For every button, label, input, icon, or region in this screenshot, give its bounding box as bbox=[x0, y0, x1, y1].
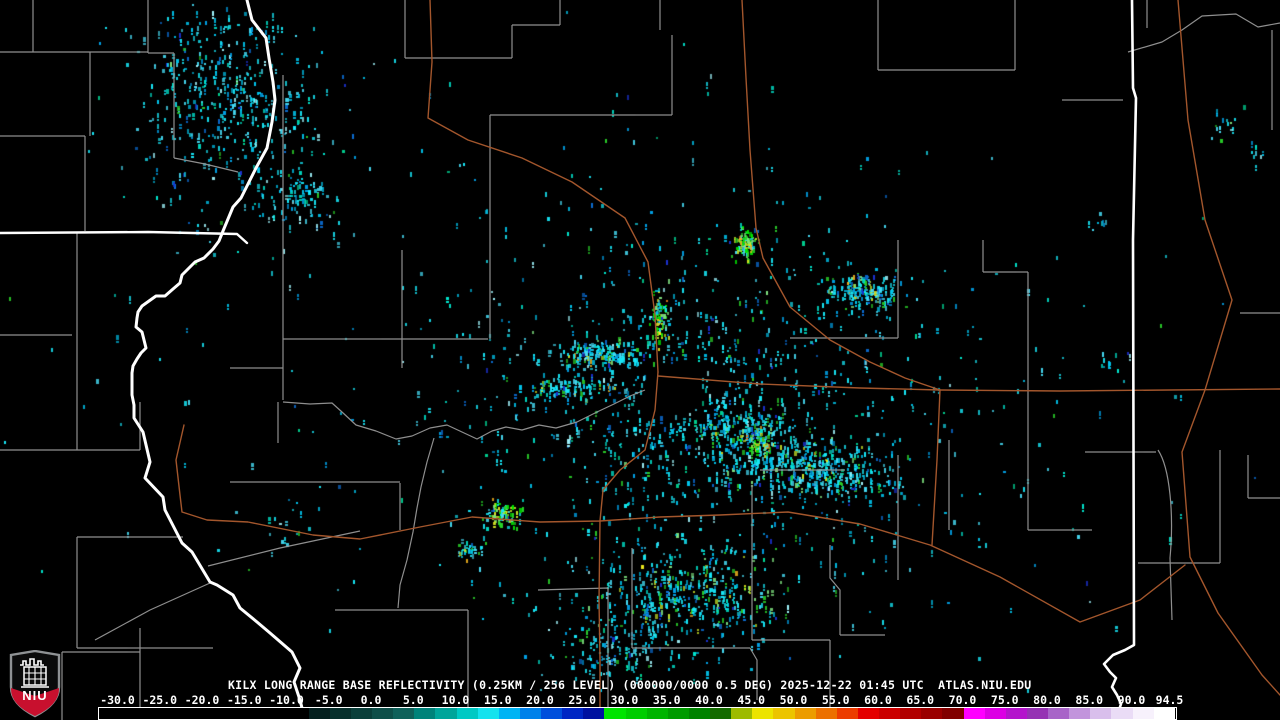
colorbar-segment bbox=[498, 708, 521, 719]
colorbar-tick: 70.0 bbox=[948, 693, 977, 707]
colorbar-tick: -15.0 bbox=[226, 693, 262, 707]
colorbar-tick-labels: -30.0 -25.0 -20.0 -15.0 -10.0 -5.0 0.0 5.0 10.0 1… bbox=[0, 693, 1280, 707]
colorbar-tick: -10.0 bbox=[269, 693, 304, 707]
colorbar-segment bbox=[688, 708, 711, 719]
colorbar-tick: 20.0 bbox=[526, 693, 554, 707]
radar-display: KILX LONG RANGE BASE REFLECTIVITY (0.25K… bbox=[0, 0, 1280, 720]
colorbar-tick: 35.0 bbox=[652, 693, 681, 707]
colorbar-segment bbox=[519, 708, 542, 719]
colorbar-segment bbox=[583, 708, 605, 719]
colorbar-tick: 15.0 bbox=[483, 693, 512, 707]
colorbar-tick: 94.5 bbox=[1155, 693, 1184, 707]
colorbar-segment bbox=[435, 708, 457, 719]
colorbar-segment bbox=[710, 708, 732, 719]
colorbar-segment bbox=[329, 708, 352, 719]
colorbar-segment bbox=[541, 708, 563, 719]
colorbar-segment bbox=[1026, 708, 1049, 719]
colorbar-tick: 55.0 bbox=[821, 693, 850, 707]
colorbar-tick: 60.0 bbox=[864, 693, 892, 707]
colorbar-segment bbox=[731, 708, 753, 719]
base-map bbox=[0, 0, 1280, 720]
colorbar-segment bbox=[604, 708, 626, 719]
colorbar-segment bbox=[477, 708, 500, 719]
colorbar-tick: 45.0 bbox=[737, 693, 766, 707]
colorbar-segment bbox=[1153, 708, 1176, 719]
colorbar-segment bbox=[963, 708, 986, 719]
colorbar-segment bbox=[1069, 708, 1091, 719]
colorbar-segment bbox=[350, 708, 373, 719]
highway-lines bbox=[175, 0, 1280, 720]
colorbar-segment bbox=[372, 708, 394, 719]
colorbar-segment bbox=[815, 708, 838, 719]
colorbar-segment bbox=[984, 708, 1007, 719]
colorbar-segment bbox=[752, 708, 774, 719]
colorbar-tick: -20.0 bbox=[184, 693, 220, 707]
colorbar-segment bbox=[773, 708, 795, 719]
colorbar-tick: 0.0 bbox=[360, 693, 382, 707]
colorbar-tick: 50.0 bbox=[779, 693, 808, 707]
colorbar-segment bbox=[1132, 708, 1155, 719]
colorbar-segment bbox=[308, 708, 331, 719]
colorbar-segment bbox=[667, 708, 690, 719]
colorbar-segment bbox=[1111, 708, 1133, 719]
iowa-missouri-border bbox=[0, 230, 249, 245]
reflectivity-colorbar bbox=[98, 707, 1177, 720]
colorbar-segment bbox=[1090, 708, 1112, 719]
colorbar-segment bbox=[393, 708, 415, 719]
colorbar-segment bbox=[879, 708, 901, 719]
colorbar-tick: 80.0 bbox=[1033, 693, 1061, 707]
niu-logo-text: NIU bbox=[22, 688, 48, 703]
colorbar-tick: 5.0 bbox=[402, 693, 424, 707]
colorbar-tick: 65.0 bbox=[906, 693, 935, 707]
colorbar-tick: -25.0 bbox=[142, 693, 178, 707]
colorbar-segment bbox=[646, 708, 669, 719]
colorbar-tick: 85.0 bbox=[1075, 693, 1104, 707]
colorbar-segment bbox=[794, 708, 817, 719]
colorbar-tick: 40.0 bbox=[695, 693, 723, 707]
colorbar-segment bbox=[562, 708, 584, 719]
colorbar-tick: 90.0 bbox=[1117, 693, 1146, 707]
colorbar-segment bbox=[857, 708, 880, 719]
colorbar-segment bbox=[836, 708, 859, 719]
colorbar-segment bbox=[456, 708, 479, 719]
colorbar-segment bbox=[414, 708, 436, 719]
county-boundaries bbox=[0, 0, 1280, 720]
colorbar-tick: 30.0 bbox=[610, 693, 639, 707]
colorbar-tick: 75.0 bbox=[990, 693, 1019, 707]
colorbar-segment bbox=[921, 708, 943, 719]
colorbar-tick: 25.0 bbox=[568, 693, 597, 707]
niu-logo bbox=[9, 650, 61, 718]
colorbar-segment bbox=[625, 708, 648, 719]
colorbar-tick: -5.0 bbox=[314, 693, 343, 707]
colorbar-segment bbox=[900, 708, 922, 719]
colorbar-segment bbox=[1048, 708, 1070, 719]
colorbar-tick: -30.0 bbox=[100, 693, 135, 707]
product-caption: KILX LONG RANGE BASE REFLECTIVITY (0.25K… bbox=[228, 678, 1032, 692]
state-borders-rivers bbox=[0, 0, 1138, 720]
colorbar-segment bbox=[1005, 708, 1028, 719]
colorbar-segment bbox=[942, 708, 964, 719]
illinois-mississippi-river bbox=[130, 0, 307, 720]
colorbar-tick: 10.0 bbox=[441, 693, 470, 707]
